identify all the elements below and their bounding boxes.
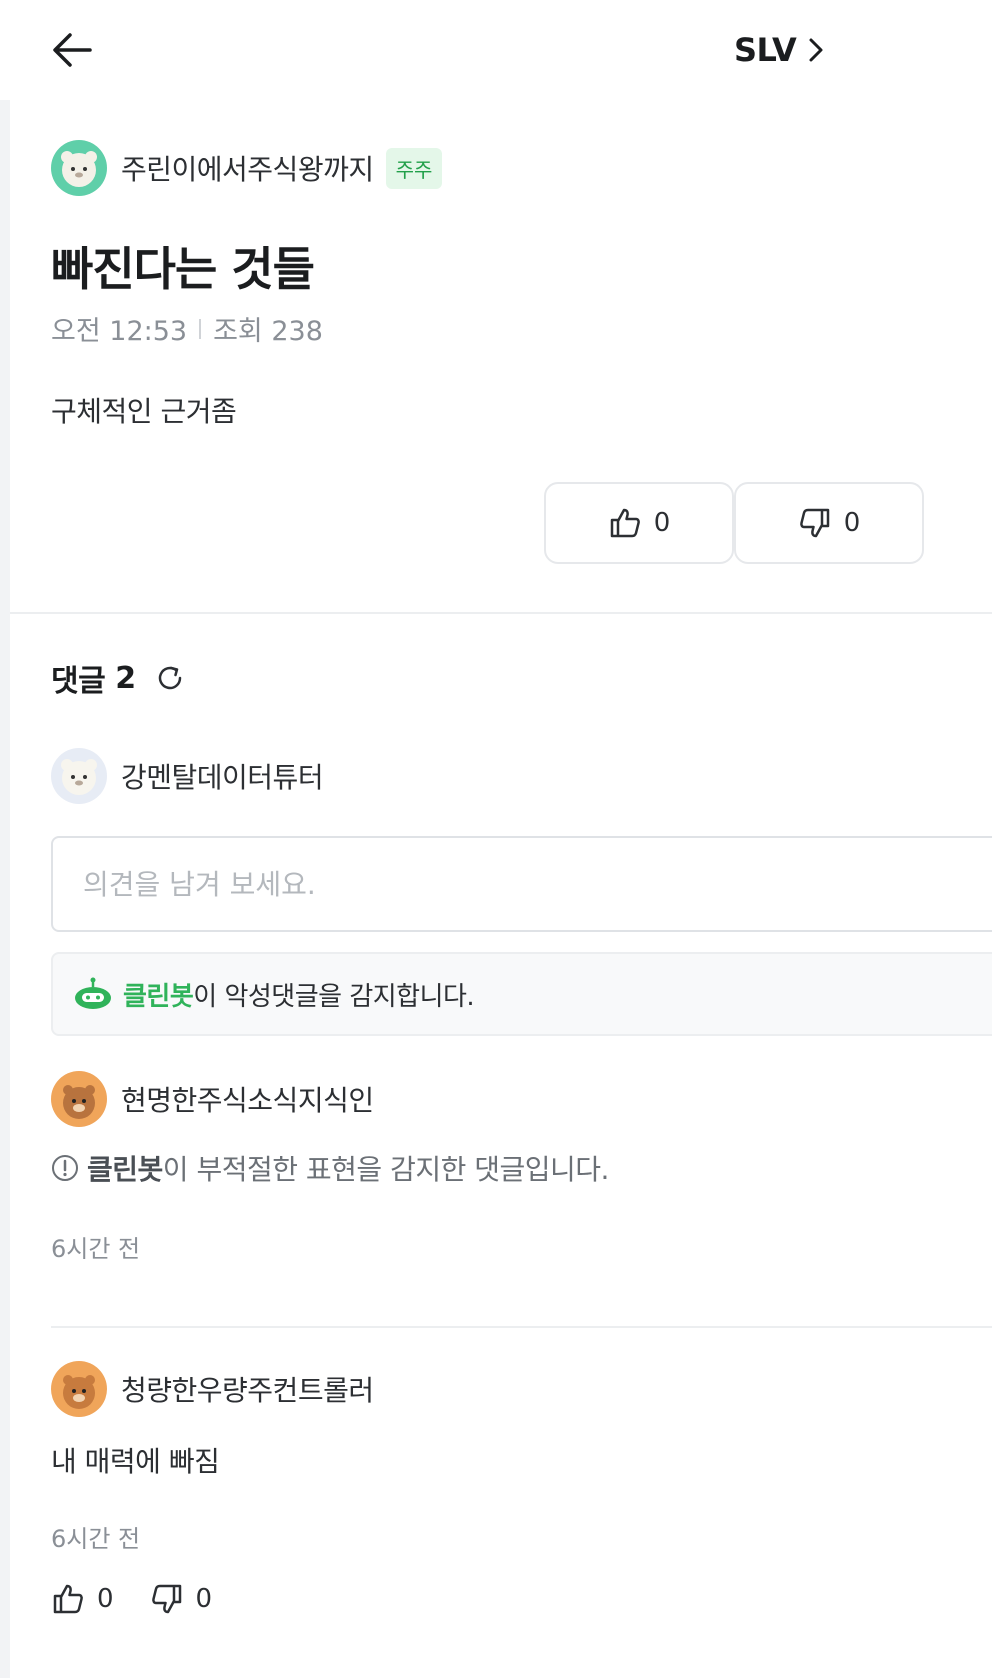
blocked-bot-name: 클린봇 [87,1153,163,1186]
comment-time: 6시간 전 [51,1525,141,1553]
holder-badge: 주주 [385,147,443,189]
post-author-name: 주린이에서주식왕까지 [121,153,374,186]
top-bar: SLV [0,0,992,100]
post-title: 빠진다는 것들 [51,242,315,296]
comments-count: 2 [115,660,137,696]
cleanbot-message: 클린봇이 악성댓글을 감지합니다. [123,976,475,1013]
thumbs-down-icon [799,508,829,538]
cleanbot-icon [75,977,111,1009]
cleanbot-notice: 클린봇이 악성댓글을 감지합니다. [51,952,992,1036]
comment-author-row[interactable]: 청량한우량주컨트롤러 [51,1361,374,1417]
post-time: 오전 12:53 [51,316,188,347]
stock-ticker-link[interactable]: SLV [734,26,824,74]
comment-author-name: 현명한주식소식지식인 [121,1084,374,1117]
cleanbot-notice-text: 이 악성댓글을 감지합니다. [193,981,475,1012]
comment-dislike-button[interactable]: 0 [150,1582,213,1616]
comment-text: 내 매력에 빠짐 [51,1445,220,1478]
comment-input[interactable] [51,836,992,932]
section-divider [10,612,992,614]
blocked-comment-notice: 클린봇 이 부적절한 표현을 감지한 댓글입니다. [51,1148,609,1188]
info-circle-icon [52,1155,78,1181]
current-user-name: 강멘탈데이터튜터 [121,761,324,794]
left-gutter [0,100,10,1678]
post-author-row[interactable]: 주린이에서주식왕까지 주주 [51,140,443,196]
avatar [51,1361,107,1417]
comment-dislike-count: 0 [195,1584,213,1614]
avatar [51,1071,107,1127]
chevron-right-icon [809,38,823,62]
comments-label: 댓글 [51,664,106,699]
thumbs-up-icon [53,1584,83,1614]
comment-time: 6시간 전 [51,1235,141,1263]
refresh-button[interactable] [152,660,188,696]
avatar-squirrel-icon [63,1375,95,1409]
back-arrow-icon [53,33,92,67]
meta-separator [199,318,202,339]
stock-ticker-label: SLV [734,31,797,69]
like-button[interactable]: 0 [544,482,734,564]
comment-like-button[interactable]: 0 [51,1582,114,1616]
dislike-count: 0 [843,508,861,538]
blocked-comment-text: 이 부적절한 표현을 감지한 댓글입니다. [162,1153,610,1186]
comment-author-name: 청량한우량주컨트롤러 [121,1374,374,1407]
current-user-row: 강멘탈데이터튜터 [51,748,324,804]
post-meta: 오전 12:53 조회 238 [51,309,323,348]
back-button[interactable] [48,26,96,74]
like-count: 0 [653,508,671,538]
comment-divider [51,1326,992,1328]
avatar-bear-icon [61,151,97,187]
thumbs-down-icon [151,1584,181,1614]
comment-author-row[interactable]: 현명한주식소식지식인 [51,1071,374,1127]
avatar [51,140,107,196]
post-body: 구체적인 근거좀 [51,395,237,428]
comment-like-count: 0 [97,1584,114,1614]
refresh-icon [158,666,182,690]
comment-votes: 0 0 [51,1582,248,1616]
avatar-bear-icon [61,759,97,795]
avatar [51,748,107,804]
dislike-button[interactable]: 0 [734,482,924,564]
avatar-squirrel-icon [63,1085,95,1119]
comments-header: 댓글 2 [51,656,188,700]
thumbs-up-icon [610,508,640,538]
post-views: 조회 238 [213,316,323,347]
cleanbot-name: 클린봇 [123,981,194,1012]
